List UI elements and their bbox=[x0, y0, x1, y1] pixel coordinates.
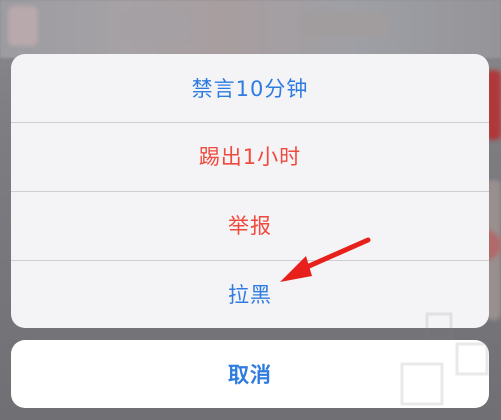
report-label: 举报 bbox=[228, 214, 272, 238]
background-blob bbox=[300, 12, 390, 38]
report-button[interactable]: 举报 bbox=[11, 191, 489, 259]
background-header-strip bbox=[0, 0, 501, 58]
block-button[interactable]: 拉黑 bbox=[11, 260, 489, 328]
block-label: 拉黑 bbox=[228, 283, 272, 307]
background-blob bbox=[8, 6, 38, 46]
cancel-label: 取消 bbox=[228, 363, 272, 387]
background-blob bbox=[120, 10, 190, 40]
kick-1-hour-button[interactable]: 踢出1小时 bbox=[11, 122, 489, 190]
kick-1-hour-label: 踢出1小时 bbox=[198, 145, 302, 169]
cancel-button[interactable]: 取消 bbox=[11, 340, 489, 408]
action-sheet: 禁言10分钟 踢出1小时 举报 拉黑 bbox=[11, 54, 489, 328]
mute-10-minutes-button[interactable]: 禁言10分钟 bbox=[11, 54, 489, 122]
mute-10-minutes-label: 禁言10分钟 bbox=[191, 77, 309, 101]
